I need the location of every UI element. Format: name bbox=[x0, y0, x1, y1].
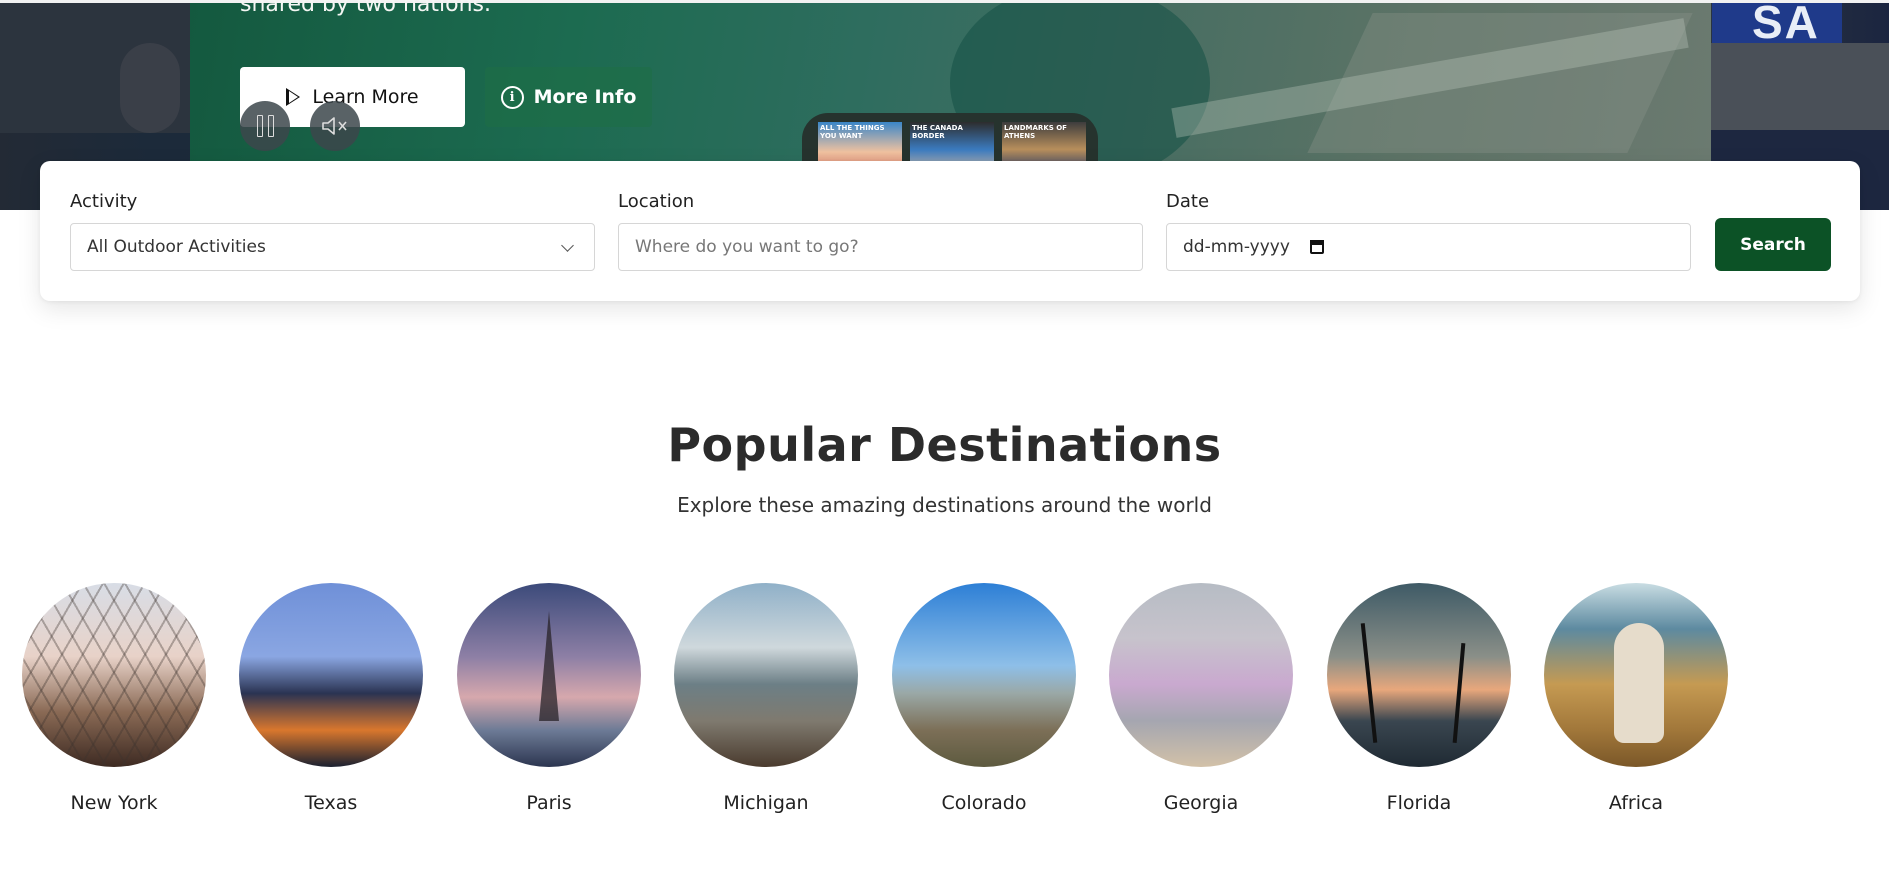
destination-florida[interactable]: Florida bbox=[1327, 583, 1511, 814]
destination-name[interactable]: Colorado bbox=[892, 792, 1076, 814]
info-icon: i bbox=[500, 85, 524, 109]
play-icon bbox=[286, 88, 301, 106]
section-title: Popular Destinations bbox=[667, 418, 1222, 472]
destination-texas[interactable]: Texas bbox=[239, 583, 423, 814]
hero-left-background bbox=[0, 3, 190, 133]
pause-icon bbox=[256, 115, 274, 137]
mute-icon bbox=[322, 117, 347, 135]
destination-name[interactable]: Georgia bbox=[1109, 792, 1293, 814]
hero-sign: SA bbox=[1712, 0, 1842, 48]
search-button[interactable]: Search bbox=[1715, 218, 1831, 271]
destination-new-york[interactable]: New York bbox=[22, 583, 206, 814]
activity-label: Activity bbox=[70, 191, 138, 212]
destination-image[interactable] bbox=[892, 583, 1076, 767]
video-thumbnail[interactable]: THE CANADA BORDER bbox=[910, 122, 994, 163]
video-thumbnail-strip: ALL THE THINGS YOU WANT THE CANADA BORDE… bbox=[802, 113, 1098, 163]
thumbnail-caption: THE CANADA BORDER bbox=[912, 124, 963, 140]
destination-image[interactable] bbox=[674, 583, 858, 767]
mute-button[interactable] bbox=[310, 101, 360, 151]
location-field: Location bbox=[618, 191, 1143, 271]
date-placeholder: dd-mm-yyyy bbox=[1183, 237, 1290, 257]
destination-image[interactable] bbox=[1544, 583, 1728, 767]
destination-michigan[interactable]: Michigan bbox=[674, 583, 858, 814]
destination-paris[interactable]: Paris bbox=[457, 583, 641, 814]
activity-selected-value: All Outdoor Activities bbox=[87, 237, 266, 257]
more-info-button[interactable]: i More Info bbox=[485, 67, 652, 127]
destination-africa[interactable]: Africa bbox=[1544, 583, 1728, 814]
hero-left-shape bbox=[120, 43, 180, 133]
destination-name[interactable]: New York bbox=[22, 792, 206, 814]
search-panel: Activity All Outdoor Activities Location… bbox=[40, 161, 1860, 301]
destination-name[interactable]: Paris bbox=[457, 792, 641, 814]
section-subtitle: Explore these amazing destinations aroun… bbox=[677, 493, 1212, 517]
activity-field: Activity All Outdoor Activities bbox=[70, 191, 595, 271]
hero-right-background bbox=[1711, 43, 1889, 133]
destination-name[interactable]: Florida bbox=[1327, 792, 1511, 814]
date-input[interactable]: dd-mm-yyyy bbox=[1166, 223, 1691, 271]
pause-button[interactable] bbox=[240, 101, 290, 151]
hero-sign-text: SA bbox=[1752, 0, 1820, 48]
location-label: Location bbox=[618, 191, 695, 212]
destination-name[interactable]: Michigan bbox=[674, 792, 858, 814]
thumbnail-caption: LANDMARKS OF ATHENS bbox=[1004, 124, 1067, 140]
destination-name[interactable]: Texas bbox=[239, 792, 423, 814]
location-input[interactable] bbox=[618, 223, 1143, 271]
destination-name[interactable]: Africa bbox=[1544, 792, 1728, 814]
date-label: Date bbox=[1166, 191, 1210, 212]
chevron-down-icon bbox=[561, 238, 574, 252]
more-info-label: More Info bbox=[533, 86, 637, 108]
thumbnail-caption: ALL THE THINGS YOU WANT bbox=[820, 124, 885, 140]
calendar-icon[interactable] bbox=[1309, 240, 1324, 254]
video-thumbnail[interactable]: ALL THE THINGS YOU WANT bbox=[818, 122, 902, 163]
destination-image[interactable] bbox=[457, 583, 641, 767]
destination-image[interactable] bbox=[22, 583, 206, 767]
destination-colorado[interactable]: Colorado bbox=[892, 583, 1076, 814]
destination-image[interactable] bbox=[1327, 583, 1511, 767]
destination-image[interactable] bbox=[1109, 583, 1293, 767]
date-field: Date dd-mm-yyyy bbox=[1166, 191, 1691, 271]
hero-description: shared by two nations. bbox=[240, 0, 492, 17]
activity-select[interactable]: All Outdoor Activities bbox=[70, 223, 595, 271]
destination-georgia[interactable]: Georgia bbox=[1109, 583, 1293, 814]
video-thumbnail[interactable]: LANDMARKS OF ATHENS bbox=[1002, 122, 1086, 163]
destination-image[interactable] bbox=[239, 583, 423, 767]
